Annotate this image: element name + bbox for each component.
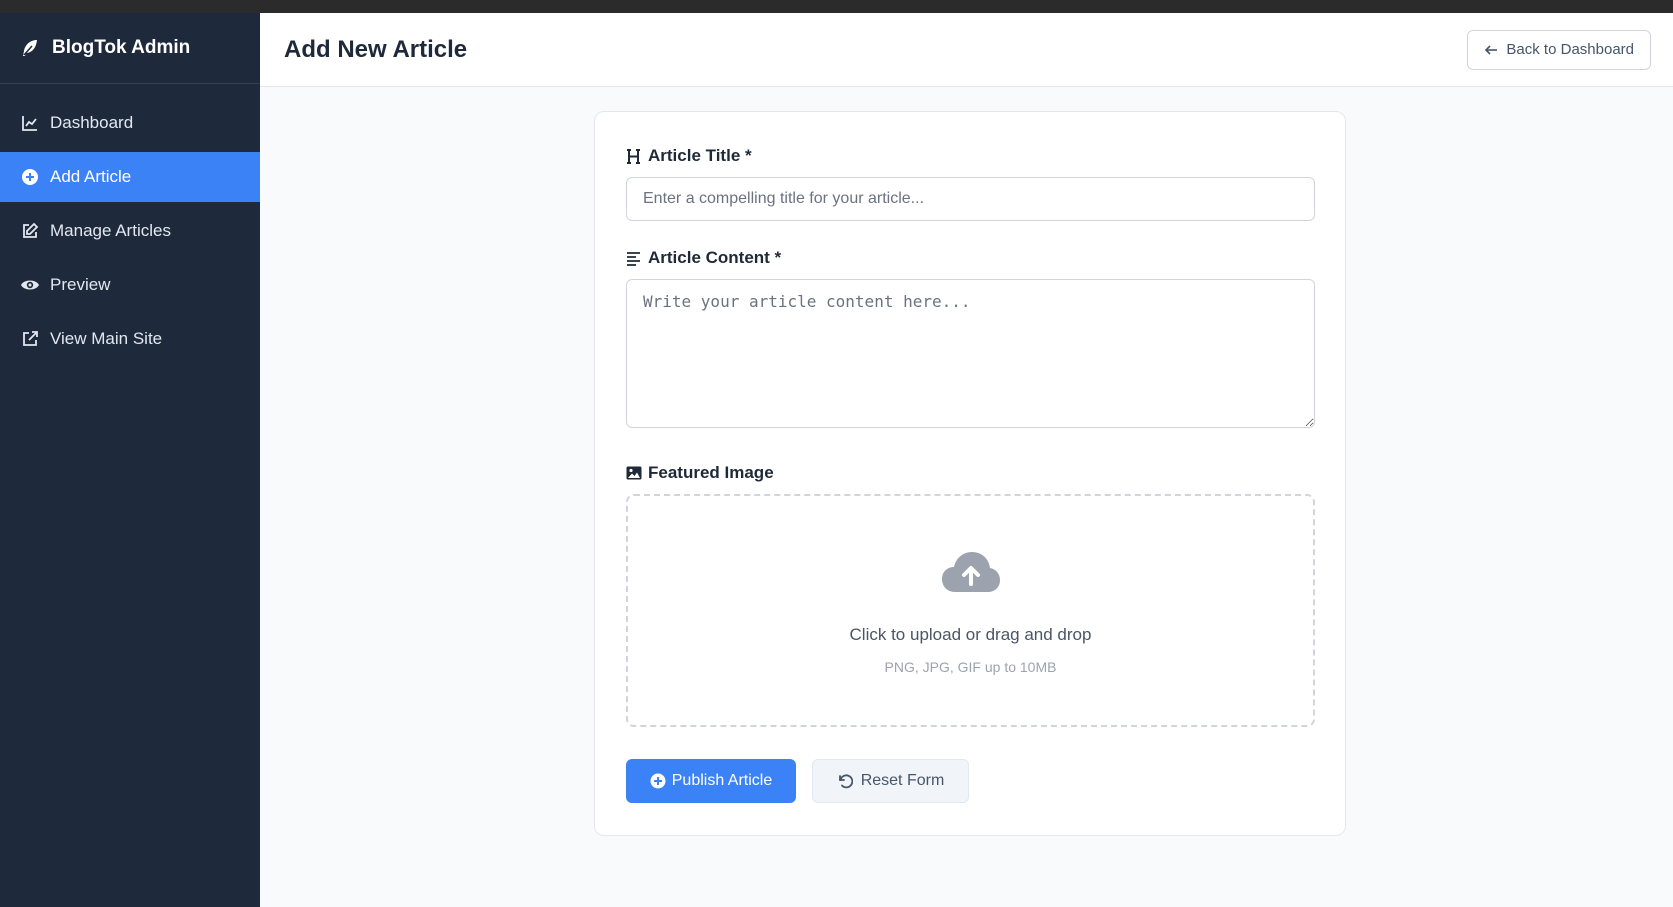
sidebar-item-manage-articles[interactable]: Manage Articles xyxy=(0,206,260,256)
sidebar-nav: Dashboard Add Article Manage Articles Pr… xyxy=(0,84,260,364)
page-title: Add New Article xyxy=(284,35,468,63)
sidebar-item-view-main-site[interactable]: View Main Site xyxy=(0,314,260,364)
page-header: Add New Article Back to Dashboard xyxy=(260,13,1673,87)
upload-instructions: Click to upload or drag and drop xyxy=(849,625,1092,644)
heading-icon xyxy=(626,148,642,164)
featured-image-label-text: Featured Image xyxy=(648,463,774,482)
title-label: Article Title * xyxy=(626,146,752,166)
sidebar-item-label: View Main Site xyxy=(50,329,163,348)
content-label: Article Content * xyxy=(626,248,781,268)
article-title-input[interactable] xyxy=(626,177,1315,221)
article-form-card: Article Title * Article Content * Featur… xyxy=(594,111,1346,836)
arrow-left-icon xyxy=(1485,44,1498,55)
brand-name: BlogTok Admin xyxy=(52,37,191,58)
publish-article-button[interactable]: Publish Article xyxy=(626,759,796,803)
sidebar-item-label: Add Article xyxy=(50,167,132,186)
eye-icon xyxy=(20,275,40,295)
feather-icon xyxy=(23,40,37,56)
sidebar-item-label: Dashboard xyxy=(50,113,134,132)
chart-line-icon xyxy=(20,113,40,133)
upload-file-types: PNG, JPG, GIF up to 10MB xyxy=(884,659,1057,675)
sidebar-item-dashboard[interactable]: Dashboard xyxy=(0,98,260,148)
image-icon xyxy=(626,465,642,481)
sidebar-item-label: Preview xyxy=(50,275,111,294)
content-label-text: Article Content * xyxy=(648,248,782,267)
align-left-icon xyxy=(626,250,642,266)
title-label-text: Article Title * xyxy=(648,146,752,165)
article-content-textarea[interactable] xyxy=(626,279,1315,428)
window-top-bar xyxy=(0,0,1673,13)
cloud-upload-icon xyxy=(941,552,1000,592)
brand: BlogTok Admin xyxy=(0,13,260,84)
sidebar-item-add-article[interactable]: Add Article xyxy=(0,152,260,202)
back-to-dashboard-button[interactable]: Back to Dashboard xyxy=(1467,29,1651,70)
image-upload-dropzone[interactable]: Click to upload or drag and drop PNG, JP… xyxy=(626,494,1315,727)
sidebar: BlogTok Admin Dashboard Add Article Mana… xyxy=(0,13,260,907)
undo-icon xyxy=(838,774,853,789)
reset-form-button[interactable]: Reset Form xyxy=(812,759,969,803)
featured-image-label: Featured Image xyxy=(626,463,774,483)
plus-circle-icon xyxy=(650,773,666,789)
publish-button-label: Publish Article xyxy=(671,772,773,789)
edit-icon xyxy=(20,221,40,241)
external-link-icon xyxy=(20,329,40,349)
plus-circle-icon xyxy=(20,167,40,187)
reset-button-label: Reset Form xyxy=(860,772,945,789)
sidebar-item-label: Manage Articles xyxy=(50,221,171,240)
sidebar-item-preview[interactable]: Preview xyxy=(0,260,260,310)
back-button-label: Back to Dashboard xyxy=(1506,41,1634,58)
